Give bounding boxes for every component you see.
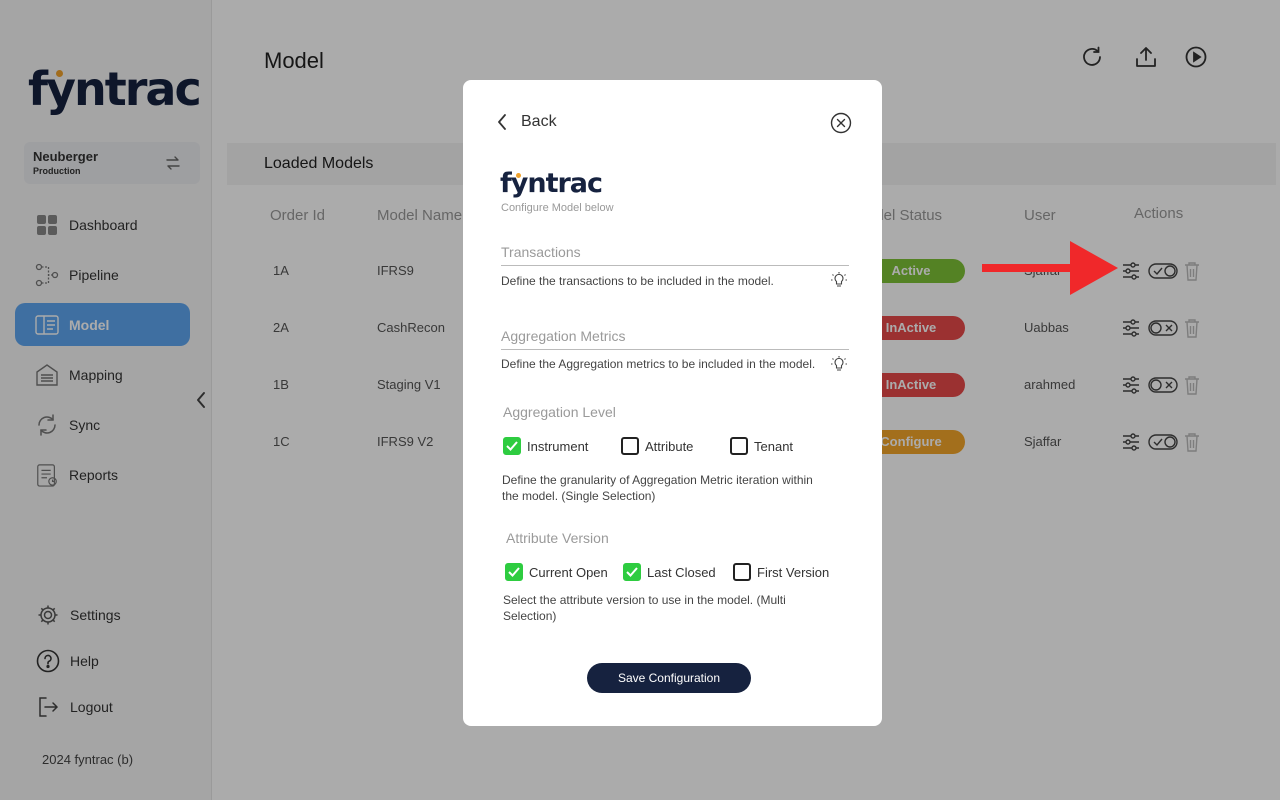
aggregation-level-help: Define the granularity of Aggregation Me… — [502, 473, 813, 503]
lightbulb-icon[interactable] — [830, 355, 848, 373]
transactions-field[interactable] — [501, 238, 849, 266]
back-button[interactable]: Back — [497, 113, 557, 131]
checkbox-attribute[interactable]: Attribute — [621, 437, 693, 455]
modal-logo-dot — [516, 173, 521, 178]
checkbox-label: Attribute — [645, 438, 694, 454]
modal-logo-text: fyntrac — [500, 168, 603, 199]
checkbox-unchecked-icon[interactable] — [730, 437, 748, 455]
checkbox-current-open[interactable]: Current Open — [505, 563, 608, 581]
modal-subtitle: Configure Model below — [501, 202, 614, 214]
close-icon[interactable] — [830, 112, 852, 134]
transactions-input[interactable] — [501, 238, 849, 265]
modal-logo: fyntrac — [500, 168, 603, 199]
checkbox-unchecked-icon[interactable] — [621, 437, 639, 455]
checkbox-instrument[interactable]: Instrument — [503, 437, 588, 455]
checkbox-first-version[interactable]: First Version — [733, 563, 829, 581]
back-label: Back — [521, 113, 557, 130]
checkbox-checked-icon[interactable] — [623, 563, 641, 581]
checkbox-label: Current Open — [529, 564, 608, 580]
checkbox-tenant[interactable]: Tenant — [730, 437, 793, 455]
checkbox-unchecked-icon[interactable] — [733, 563, 751, 581]
transactions-help: Define the transactions to be included i… — [501, 274, 774, 288]
attribute-version-title: Attribute Version — [506, 530, 609, 546]
checkbox-label: Tenant — [754, 438, 794, 454]
annotation-arrow-icon — [982, 241, 1118, 295]
aggregation-metrics-help: Define the Aggregation metrics to be inc… — [501, 357, 816, 371]
aggregation-metrics-field[interactable] — [501, 322, 849, 350]
checkbox-label: First Version — [757, 564, 830, 580]
save-configuration-button[interactable]: Save Configuration — [587, 663, 751, 693]
checkbox-last-closed[interactable]: Last Closed — [623, 563, 716, 581]
checkbox-checked-icon[interactable] — [503, 437, 521, 455]
aggregation-metrics-input[interactable] — [501, 322, 849, 349]
aggregation-level-title: Aggregation Level — [503, 404, 616, 420]
checkbox-label: Last Closed — [647, 564, 716, 580]
attribute-version-help: Select the attribute version to use in t… — [503, 593, 786, 623]
configure-model-modal: Back fyntrac Configure Model below Defin… — [463, 80, 882, 726]
checkbox-label: Instrument — [527, 438, 589, 454]
chevron-left-icon — [498, 114, 506, 130]
checkbox-checked-icon[interactable] — [505, 563, 523, 581]
lightbulb-icon[interactable] — [830, 271, 848, 289]
